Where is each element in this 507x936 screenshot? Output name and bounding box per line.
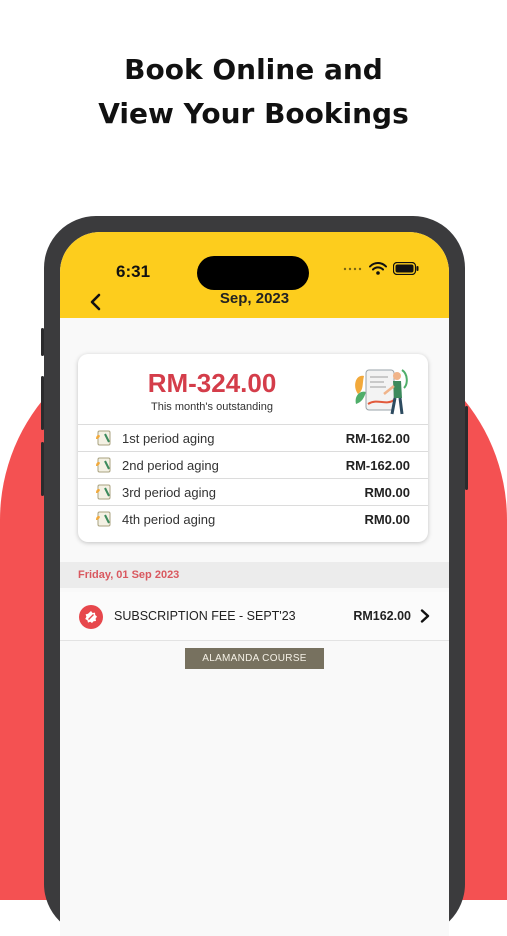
battery-icon [393,262,419,275]
aging-period-icon [96,457,111,473]
aging-label: 4th period aging [122,511,216,527]
aging-period-icon [96,430,111,446]
phone-power-button [465,406,468,490]
phone-volume-down-button [41,442,44,496]
aging-value: RM-162.00 [345,430,410,446]
date-section-header: Friday, 01 Sep 2023 [60,562,449,588]
aging-label: 1st period aging [122,430,215,446]
subscription-badge-icon [79,605,103,629]
outstanding-label: This month's outstanding [151,401,273,413]
aging-row: 4th period aging RM0.00 [78,505,428,532]
transaction-row[interactable]: SUBSCRIPTION FEE - SEPT'23 RM162.00 [60,592,449,641]
aging-period-icon [96,484,111,500]
chevron-right-icon [420,609,430,623]
aging-row: 2nd period aging RM-162.00 [78,451,428,478]
outstanding-summary-card: RM-324.00 This month's outstanding 1st p… [78,354,428,542]
promo-title-line-2: View Your Bookings [98,97,409,130]
course-tag: ALAMANDA COURSE [185,648,324,669]
aging-value: RM-162.00 [345,457,410,473]
transaction-amount: RM162.00 [353,609,411,623]
aging-value: RM0.00 [364,484,410,500]
cellular-dots-icon [343,267,362,270]
outstanding-amount: RM-324.00 [147,368,277,398]
aging-row: 3rd period aging RM0.00 [78,478,428,505]
aging-value: RM0.00 [364,511,410,527]
status-icons [343,262,419,275]
aging-label: 3rd period aging [122,484,216,500]
promo-headline: Book Online and View Your Bookings [0,48,507,136]
phone-screen: 6:31 Sep, 2023 RM-324.00 This month's ou… [60,232,449,936]
promo-title-line-1: Book Online and [124,53,383,86]
wifi-icon [369,262,387,275]
phone-mute-button [41,328,44,356]
aging-period-icon [96,511,111,527]
phone-frame: 6:31 Sep, 2023 RM-324.00 This month's ou… [41,216,468,936]
transaction-name: SUBSCRIPTION FEE - SEPT'23 [114,609,296,623]
dynamic-island [197,256,309,290]
page-title: Sep, 2023 [219,290,290,307]
app-header: 6:31 Sep, 2023 [60,232,449,318]
aging-row: 1st period aging RM-162.00 [78,424,428,451]
status-time: 6:31 [116,262,151,281]
transaction-date: Friday, 01 Sep 2023 [78,569,180,581]
payment-illustration-icon [355,369,408,415]
phone-volume-up-button [41,376,44,430]
aging-label: 2nd period aging [122,457,219,473]
